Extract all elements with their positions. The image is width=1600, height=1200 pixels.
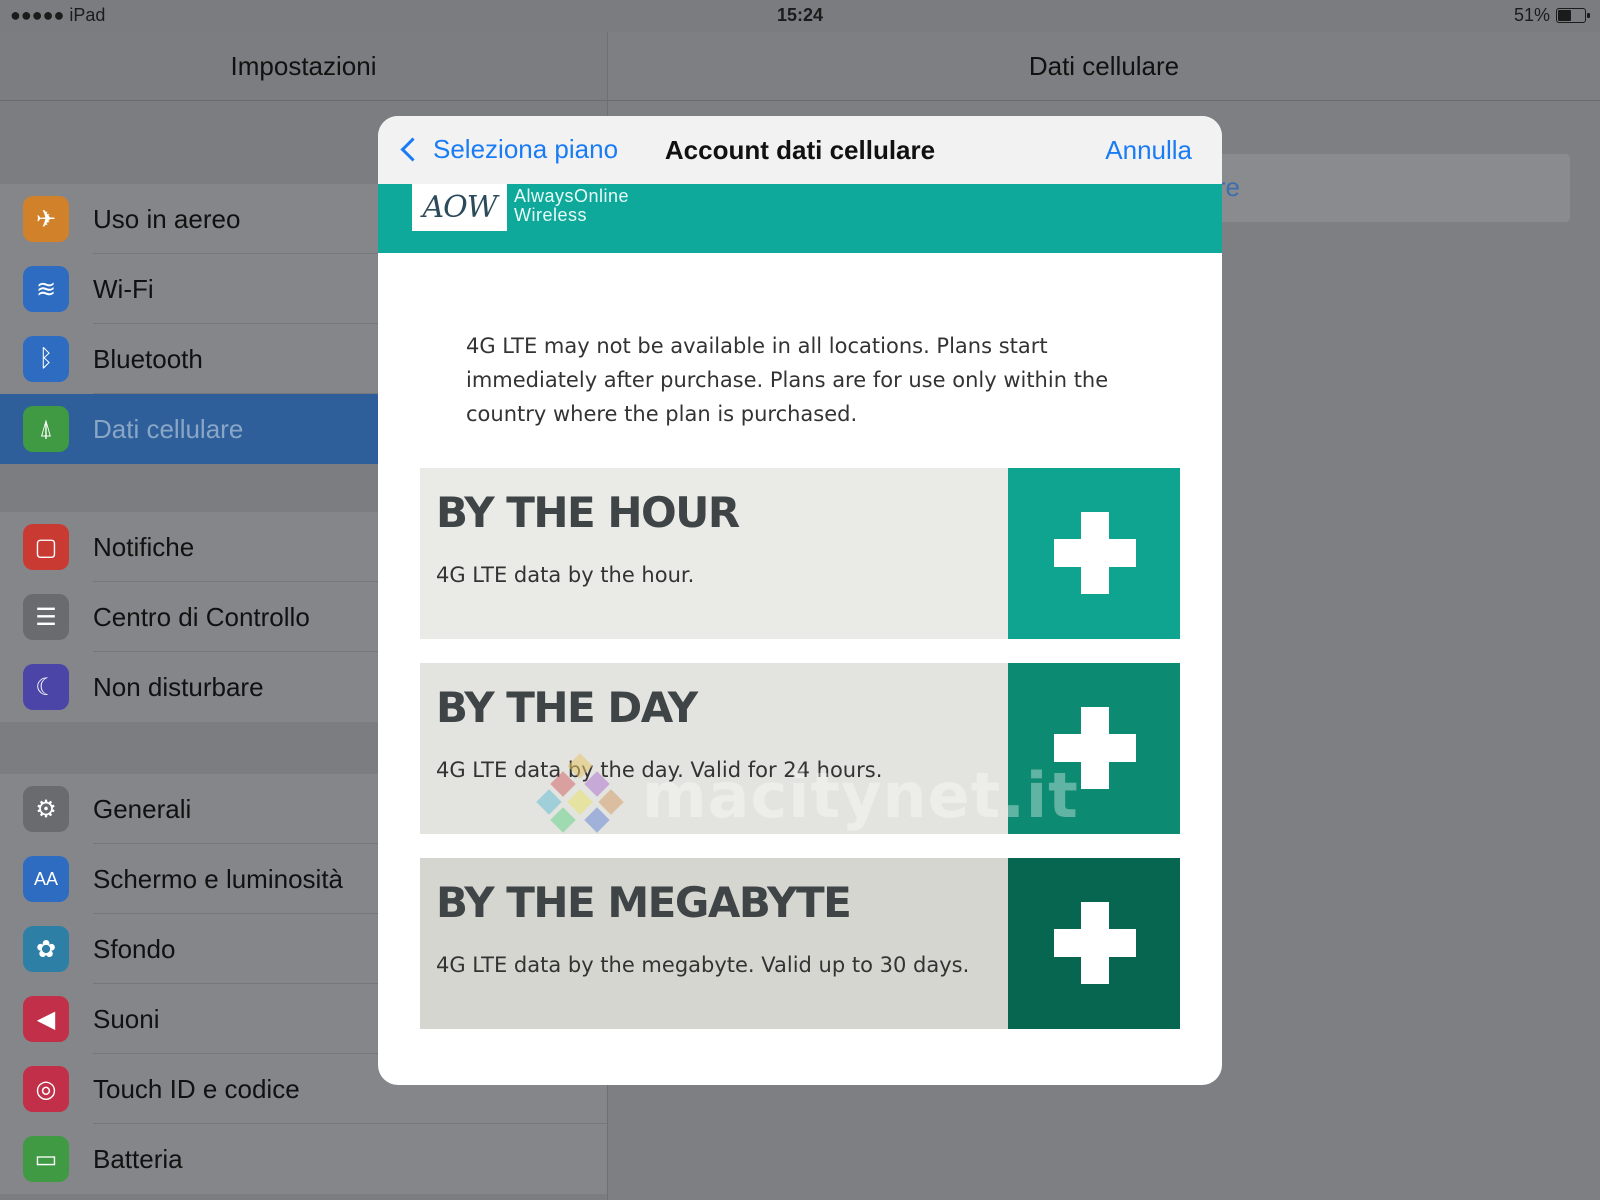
sidebar-item-label: Dati cellulare bbox=[93, 413, 244, 444]
sidebar-item-label: Notifiche bbox=[93, 531, 195, 562]
plan-name: BY THE DAY bbox=[436, 683, 698, 732]
carrier-banner: AOW AlwaysOnline Wireless bbox=[378, 184, 1222, 253]
carrier-name-line1: AlwaysOnline bbox=[514, 186, 630, 206]
plan-description: 4G LTE data by the hour. bbox=[436, 563, 695, 587]
sidebar-item-label: Generali bbox=[93, 793, 192, 824]
speaker-icon: ◀ bbox=[23, 996, 69, 1042]
add-plan-button[interactable] bbox=[1008, 468, 1180, 639]
carrier-logo: AOW bbox=[412, 184, 507, 231]
display-brightness-icon: AA bbox=[23, 856, 69, 902]
plus-icon bbox=[1054, 902, 1136, 984]
add-plan-button[interactable] bbox=[1008, 858, 1180, 1029]
modal-nav-bar: Seleziona piano Account dati cellulare A… bbox=[378, 116, 1222, 184]
availability-notice: 4G LTE may not be available in all locat… bbox=[466, 334, 1109, 426]
sidebar-title: Impostazioni bbox=[0, 32, 607, 101]
plan-info: BY THE MEGABYTE 4G LTE data by the megab… bbox=[420, 858, 1008, 1029]
plus-icon bbox=[1054, 707, 1136, 789]
plan-info: BY THE HOUR 4G LTE data by the hour. bbox=[420, 468, 1008, 639]
plan-description: 4G LTE data by the megabyte. Valid up to… bbox=[436, 953, 970, 977]
sidebar-item-label: Non disturbare bbox=[93, 671, 264, 702]
sidebar-item-label: Batteria bbox=[93, 1143, 183, 1174]
moon-icon: ☾ bbox=[23, 664, 69, 710]
battery-indicator-icon bbox=[1556, 8, 1590, 23]
carrier-name: AlwaysOnline Wireless bbox=[514, 187, 629, 225]
bluetooth-icon: ᛒ bbox=[23, 336, 69, 382]
sidebar-item-label: Schermo e luminosità bbox=[93, 863, 343, 894]
sidebar-item-label: Bluetooth bbox=[93, 343, 203, 374]
status-bar: ●●●●● iPad 15:24 51% bbox=[0, 0, 1600, 32]
plan-by-the-megabyte[interactable]: BY THE MEGABYTE 4G LTE data by the megab… bbox=[420, 858, 1180, 1029]
sidebar-item-batteria[interactable]: ▭ Batteria bbox=[0, 1124, 607, 1194]
plan-by-the-hour[interactable]: BY THE HOUR 4G LTE data by the hour. bbox=[420, 468, 1180, 639]
airplane-icon: ✈ bbox=[23, 196, 69, 242]
control-center-icon: ☰ bbox=[23, 594, 69, 640]
carrier-name-line2: Wireless bbox=[514, 205, 588, 225]
plan-description: 4G LTE data by the day. Valid for 24 hou… bbox=[436, 758, 883, 782]
cancel-button[interactable]: Annulla bbox=[1105, 135, 1192, 166]
plus-icon bbox=[1054, 512, 1136, 594]
sidebar-item-label: Suoni bbox=[93, 1003, 160, 1034]
plan-by-the-day[interactable]: BY THE DAY 4G LTE data by the day. Valid… bbox=[420, 663, 1180, 834]
battery-percent: 51% bbox=[1513, 5, 1550, 25]
sidebar-item-label: Wi-Fi bbox=[93, 273, 154, 304]
sidebar-item-label: Sfondo bbox=[93, 933, 176, 964]
notifications-icon: ▢ bbox=[23, 524, 69, 570]
battery-icon: ▭ bbox=[23, 1136, 69, 1182]
status-time: 15:24 bbox=[776, 5, 824, 25]
battery-status: 51% bbox=[1513, 5, 1590, 26]
fingerprint-icon: ◎ bbox=[23, 1066, 69, 1112]
sidebar-item-label: Centro di Controllo bbox=[93, 601, 310, 632]
plan-name: BY THE HOUR bbox=[436, 488, 740, 537]
wifi-icon: ≋ bbox=[23, 266, 69, 312]
plan-name: BY THE MEGABYTE bbox=[436, 878, 852, 927]
sidebar-item-label: Touch ID e codice bbox=[93, 1073, 300, 1104]
add-plan-button[interactable] bbox=[1008, 663, 1180, 834]
gear-icon: ⚙ bbox=[23, 786, 69, 832]
wallpaper-flower-icon: ✿ bbox=[23, 926, 69, 972]
cellular-account-modal: Seleziona piano Account dati cellulare A… bbox=[378, 116, 1222, 1085]
detail-title: Dati cellulare bbox=[608, 32, 1600, 101]
modal-title: Account dati cellulare bbox=[664, 135, 936, 165]
plan-info: BY THE DAY 4G LTE data by the day. Valid… bbox=[420, 663, 1008, 834]
cellular-antenna-icon: ⍋ bbox=[23, 406, 69, 452]
sidebar-item-label: Uso in aereo bbox=[93, 203, 241, 234]
